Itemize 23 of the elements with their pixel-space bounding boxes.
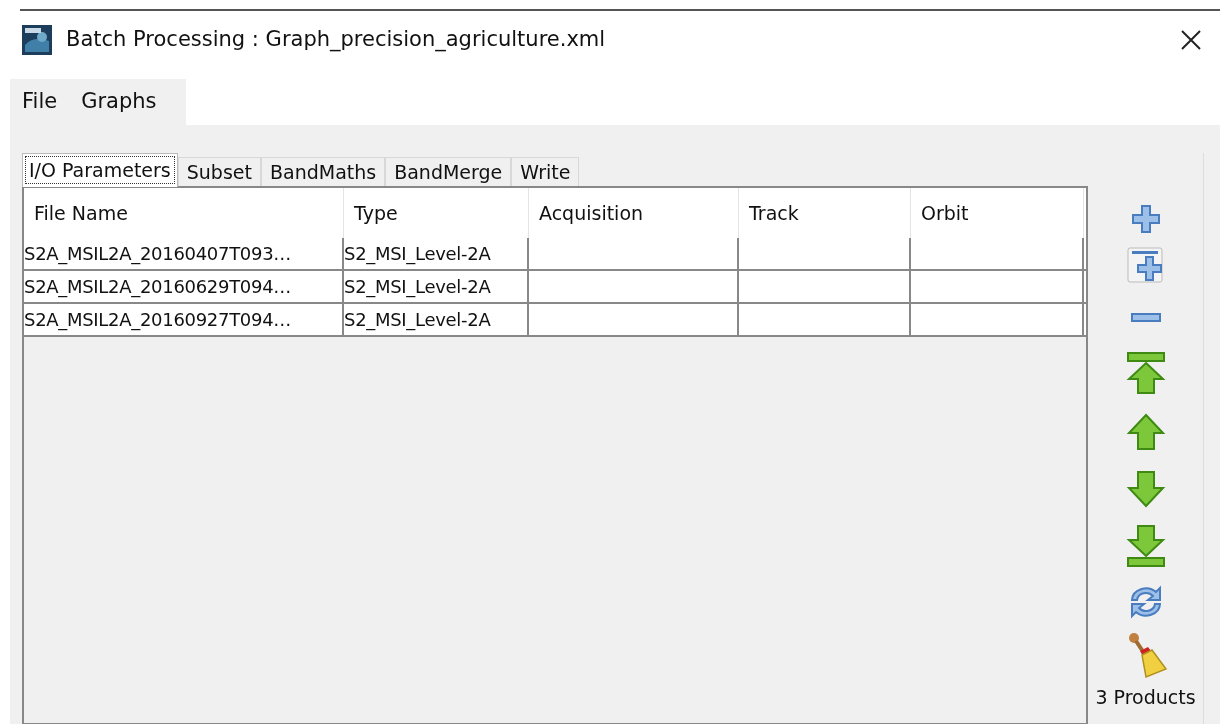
table-cell: S2A_MSIL2A_20160407T093…: [24, 238, 344, 269]
remove-icon[interactable]: [1128, 311, 1163, 325]
move-to-bottom-icon[interactable]: [1125, 524, 1166, 568]
table-cell: S2A_MSIL2A_20160927T094…: [24, 304, 344, 335]
table-cell: S2_MSI_Level-2A: [344, 238, 529, 269]
menu-item[interactable]: Graphs: [69, 86, 169, 118]
move-to-top-icon[interactable]: [1125, 351, 1166, 395]
table-cell: S2A_MSIL2A_20160629T094…: [24, 271, 344, 302]
tab[interactable]: Write: [511, 157, 580, 187]
tab[interactable]: I/O Parameters: [22, 153, 178, 187]
table-cell: S2_MSI_Level-2A: [344, 304, 529, 335]
tab[interactable]: BandMaths: [260, 157, 386, 187]
product-count: 3 Products: [1095, 685, 1196, 710]
move-up-icon[interactable]: [1125, 413, 1166, 451]
add-row-icon[interactable]: [1125, 245, 1166, 285]
app-icon: [22, 25, 52, 55]
tab[interactable]: BandMerge: [385, 157, 512, 187]
table-cell: S2_MSI_Level-2A: [344, 271, 529, 302]
tab[interactable]: Subset: [177, 157, 261, 187]
menu-item[interactable]: File: [10, 86, 70, 118]
close-icon[interactable]: [1180, 29, 1202, 51]
move-down-icon[interactable]: [1125, 470, 1166, 508]
window-title: Batch Processing : Graph_precision_agriculture.xml: [66, 26, 606, 54]
